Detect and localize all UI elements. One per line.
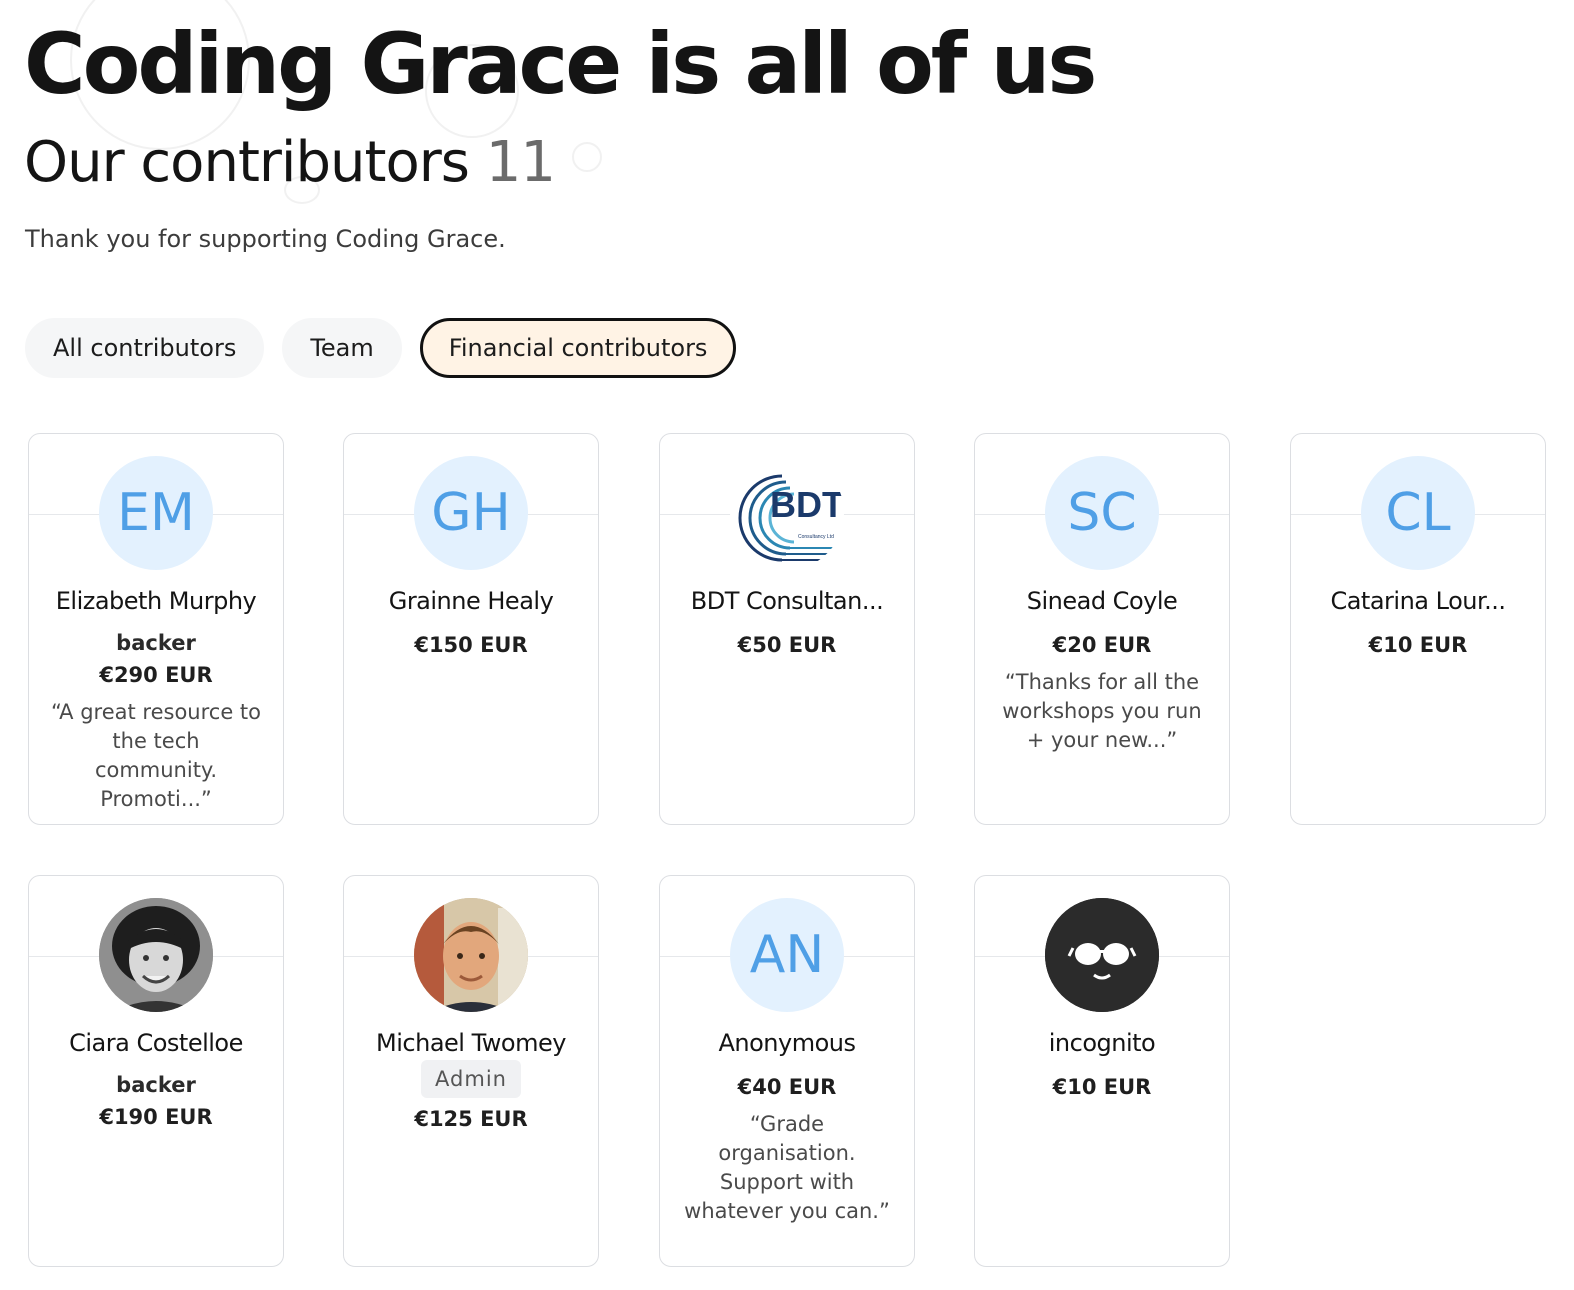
contribution-amount: €125 EUR [414,1107,528,1131]
contributor-card[interactable]: BDT Consultancy Ltd BDT Consultan... €50… [659,433,915,825]
contributor-name[interactable]: Grainne Healy [352,584,590,618]
avatar[interactable]: GH [414,456,528,570]
contribution-amount: €10 EUR [1368,633,1468,657]
logo-text: BDT [770,484,844,525]
contributors-heading: Our contributors 11 [24,128,556,198]
person-photo-icon [414,898,528,1012]
contributor-card[interactable]: incognito €10 EUR [974,875,1230,1267]
contributor-tabs: All contributors Team Financial contribu… [25,318,737,378]
avatar[interactable]: AN [730,898,844,1012]
contributor-name[interactable]: BDT Consultan... [668,584,906,618]
contributor-card[interactable]: EM Elizabeth Murphy backer €290 EUR “A g… [28,433,284,825]
contributor-card[interactable]: AN Anonymous €40 EUR “Grade organisation… [659,875,915,1267]
tab-team[interactable]: Team [282,318,402,378]
contributor-role: backer [116,631,196,655]
person-photo-icon [99,898,213,1012]
contribution-amount: €20 EUR [1052,633,1152,657]
contributor-name[interactable]: Catarina Lour... [1299,584,1537,618]
contributor-quote: “A great resource to the tech community.… [51,700,261,811]
tab-financial-contributors[interactable]: Financial contributors [419,318,737,378]
contribution-amount: €150 EUR [414,633,528,657]
avatar[interactable]: CL [1361,456,1475,570]
contributor-name[interactable]: Elizabeth Murphy [37,584,275,618]
contributor-card[interactable]: Michael Twomey Admin €125 EUR [343,875,599,1267]
contribution-amount: €290 EUR [99,663,213,687]
contributor-card[interactable]: Ciara Costelloe backer €190 EUR [28,875,284,1267]
contributor-card[interactable]: GH Grainne Healy €150 EUR [343,433,599,825]
contributor-name[interactable]: Michael Twomey [352,1026,590,1060]
decorative-circle [572,142,602,172]
thanks-text: Thank you for supporting Coding Grace. [25,225,506,253]
avatar-photo[interactable] [414,898,528,1012]
contributor-card[interactable]: CL Catarina Lour... €10 EUR [1290,433,1546,825]
logo-subtext: Consultancy Ltd [798,534,834,540]
contribution-amount: €10 EUR [1052,1075,1152,1099]
contributor-name[interactable]: Sinead Coyle [983,584,1221,618]
contributors-count: 11 [485,130,556,195]
incognito-avatar[interactable] [1045,898,1159,1012]
admin-badge: Admin [421,1060,521,1098]
contributor-card[interactable]: SC Sinead Coyle €20 EUR “Thanks for all … [974,433,1230,825]
contributor-name[interactable]: incognito [983,1026,1221,1060]
page-title: Coding Grace is all of us [24,15,1097,113]
contributor-role: backer [116,1073,196,1097]
contributor-quote: “Thanks for all the workshops you run + … [1002,670,1202,752]
avatar[interactable]: SC [1045,456,1159,570]
contributor-name[interactable]: Anonymous [668,1026,906,1060]
avatar-photo[interactable] [99,898,213,1012]
contribution-amount: €190 EUR [99,1105,213,1129]
contributor-name[interactable]: Ciara Costelloe [37,1026,275,1060]
avatar[interactable]: EM [99,456,213,570]
incognito-sunglasses-icon [1045,898,1159,1012]
contributor-quote: “Grade organisation. Support with whatev… [684,1112,890,1223]
bdt-logo-avatar[interactable]: BDT Consultancy Ltd [730,456,844,570]
contributors-label: Our contributors [24,130,470,195]
bdt-logo-icon: BDT Consultancy Ltd [738,474,844,562]
contribution-amount: €50 EUR [737,633,837,657]
contribution-amount: €40 EUR [737,1075,837,1099]
tab-all-contributors[interactable]: All contributors [25,318,265,378]
